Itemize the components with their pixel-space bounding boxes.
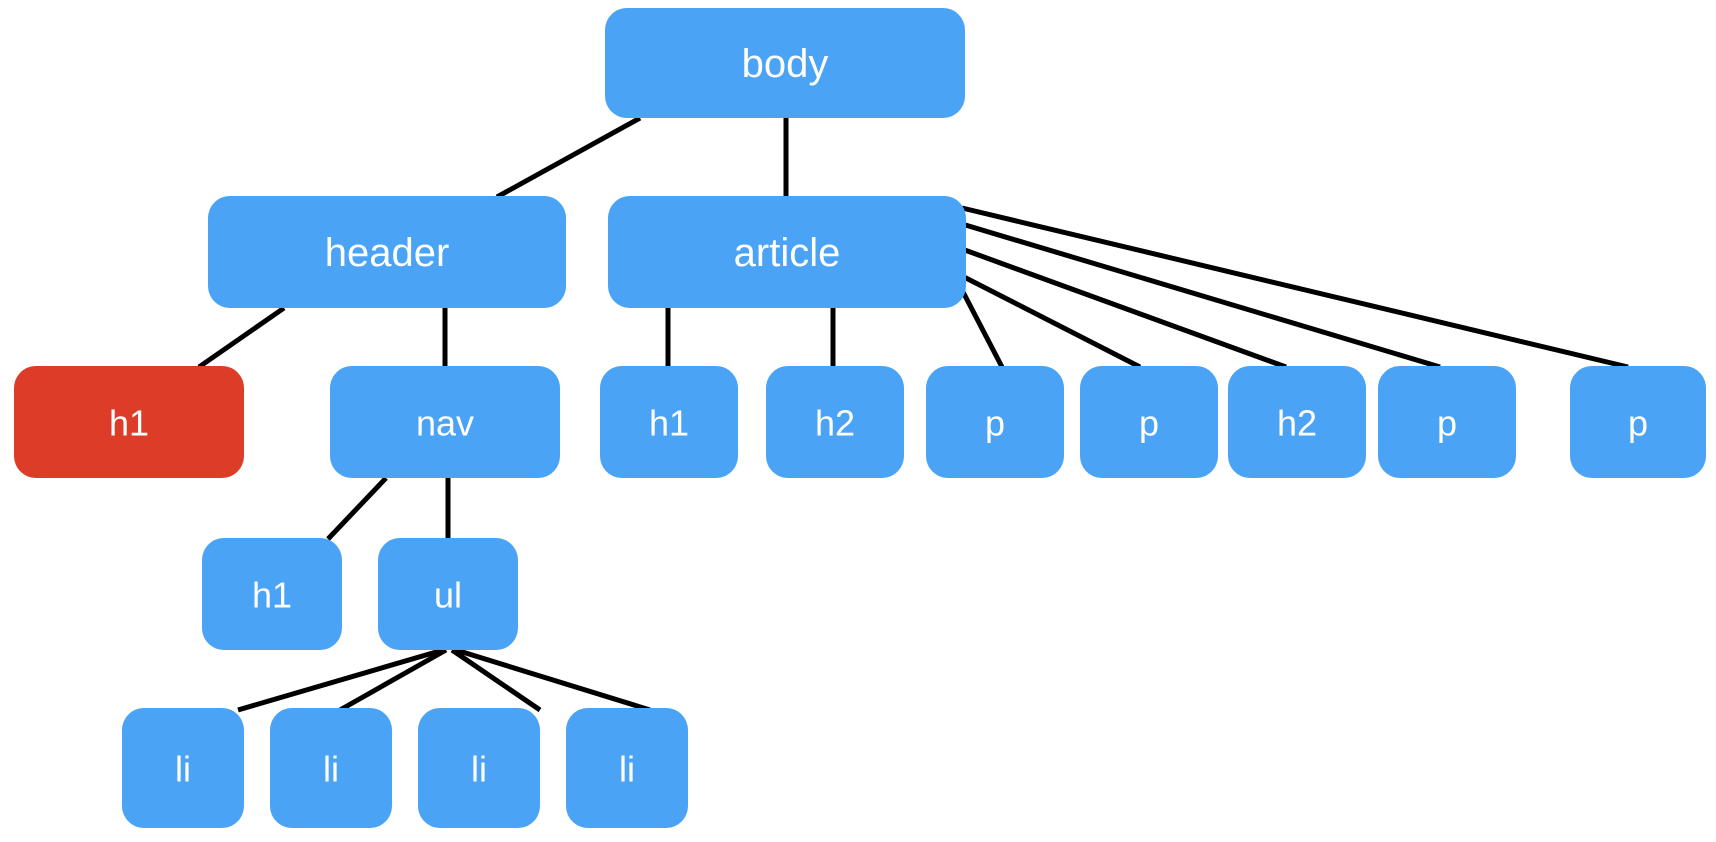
node-label: h2 [815, 403, 855, 444]
tree-node-ul[interactable]: ul [378, 538, 518, 650]
tree-node-p-4[interactable]: p [1570, 366, 1706, 478]
tree-node-body[interactable]: body [605, 8, 965, 118]
tree-node-li-2[interactable]: li [270, 708, 392, 828]
tree-node-article[interactable]: article [608, 196, 966, 308]
tree-node-li-1[interactable]: li [122, 708, 244, 828]
node-label: p [1139, 403, 1159, 444]
tree-edge [326, 476, 388, 541]
tree-node-p-1[interactable]: p [926, 366, 1064, 478]
tree-edge [455, 647, 651, 713]
tree-node-header[interactable]: header [208, 196, 566, 308]
node-label: article [734, 231, 841, 275]
node-label: p [985, 403, 1005, 444]
tree-node-li-4[interactable]: li [566, 708, 688, 828]
node-label: header [325, 231, 450, 275]
node-label: body [742, 42, 829, 86]
node-label: h1 [252, 575, 292, 616]
tree-node-h1-header[interactable]: h1 [14, 366, 244, 478]
tree-node-h1-article[interactable]: h1 [600, 366, 738, 478]
tree-edge [960, 273, 1142, 370]
tree-canvas: body header article h1 nav h1 h2 p p h2 p p h1 ul li li… [14, 8, 1706, 828]
tree-edge [959, 288, 1005, 369]
tree-node-h2-b[interactable]: h2 [1228, 366, 1366, 478]
tree-node-nav[interactable]: nav [330, 366, 560, 478]
node-label: p [1628, 403, 1648, 444]
tree-node-h1-nav[interactable]: h1 [202, 538, 342, 650]
node-label: nav [416, 403, 474, 444]
tree-edge [495, 115, 642, 200]
node-label: ul [434, 575, 462, 616]
tree-edge [237, 647, 444, 713]
tree-node-p-3[interactable]: p [1378, 366, 1516, 478]
node-label: li [471, 749, 487, 790]
node-label: h1 [109, 403, 149, 444]
nodes-layer: body header article h1 nav h1 h2 p p h2 p p h1 ul li li… [14, 8, 1706, 828]
node-label: h1 [649, 403, 689, 444]
tree-node-p-2[interactable]: p [1080, 366, 1218, 478]
tree-node-h2-a[interactable]: h2 [766, 366, 904, 478]
tree-edge [961, 221, 1441, 370]
tree-edge [338, 647, 448, 713]
node-label: li [619, 749, 635, 790]
node-label: li [323, 749, 339, 790]
node-label: h2 [1277, 403, 1317, 444]
node-label: li [175, 749, 191, 790]
dom-tree-diagram: body header article h1 nav h1 h2 p p h2 p p h1 ul li li… [0, 0, 1716, 842]
tree-node-li-3[interactable]: li [418, 708, 540, 828]
node-label: p [1437, 403, 1457, 444]
tree-edge [197, 305, 286, 370]
tree-edge [450, 647, 542, 713]
